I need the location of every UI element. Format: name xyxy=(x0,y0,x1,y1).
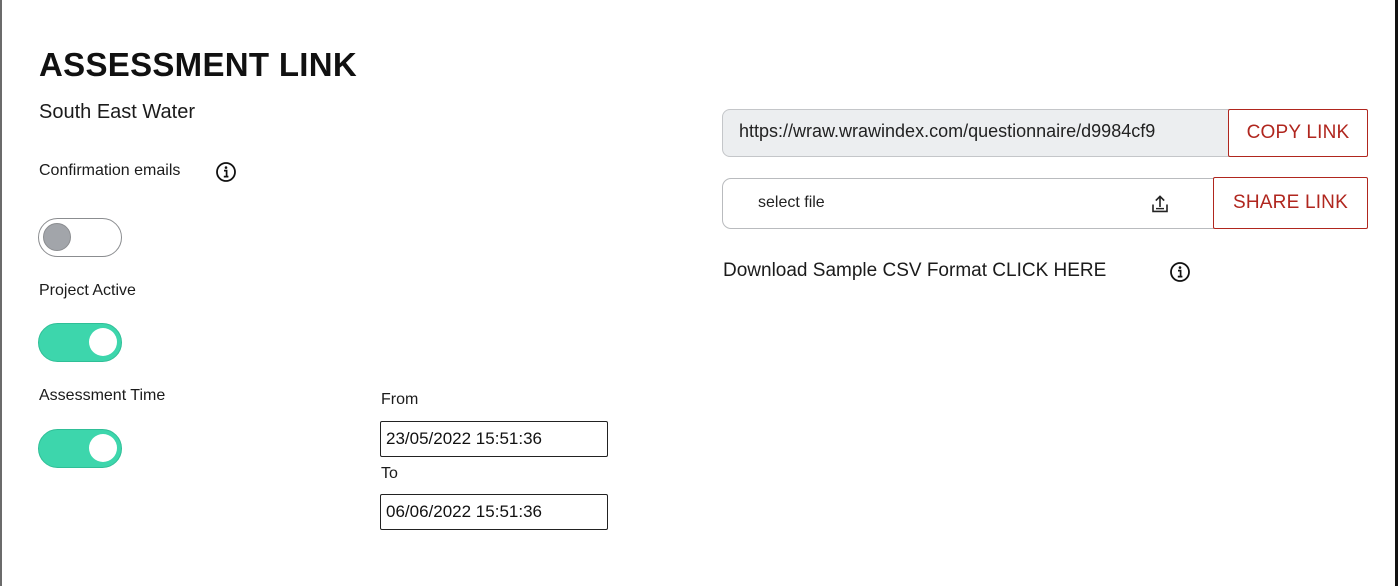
from-date-input[interactable] xyxy=(380,421,608,457)
to-label: To xyxy=(381,465,398,482)
assessment-time-label: Assessment Time xyxy=(39,387,166,404)
file-select-field[interactable]: select file xyxy=(722,178,1214,229)
assessment-time-toggle[interactable] xyxy=(38,429,122,468)
from-label: From xyxy=(381,391,419,408)
confirmation-emails-label: Confirmation emails xyxy=(39,162,181,179)
file-select-placeholder: select file xyxy=(758,194,825,211)
info-icon[interactable] xyxy=(1169,261,1191,283)
project-active-toggle[interactable] xyxy=(38,323,122,362)
copy-link-button[interactable]: COPY LINK xyxy=(1228,109,1368,157)
page-title: ASSESSMENT LINK xyxy=(39,46,358,83)
assessment-url-field[interactable]: https://wraw.wrawindex.com/questionnaire… xyxy=(722,109,1230,157)
share-link-button[interactable]: SHARE LINK xyxy=(1213,177,1368,229)
left-border xyxy=(0,0,2,586)
to-date-input[interactable] xyxy=(380,494,608,530)
toggle-knob xyxy=(43,223,71,251)
toggle-knob xyxy=(89,434,117,462)
info-icon[interactable] xyxy=(215,161,237,183)
organization-name: South East Water xyxy=(39,101,195,123)
project-active-label: Project Active xyxy=(39,282,136,299)
upload-icon[interactable] xyxy=(1149,193,1171,215)
confirmation-emails-toggle[interactable] xyxy=(38,218,122,257)
download-sample-csv-link[interactable]: Download Sample CSV Format CLICK HERE xyxy=(723,260,1106,282)
toggle-knob xyxy=(89,328,117,356)
